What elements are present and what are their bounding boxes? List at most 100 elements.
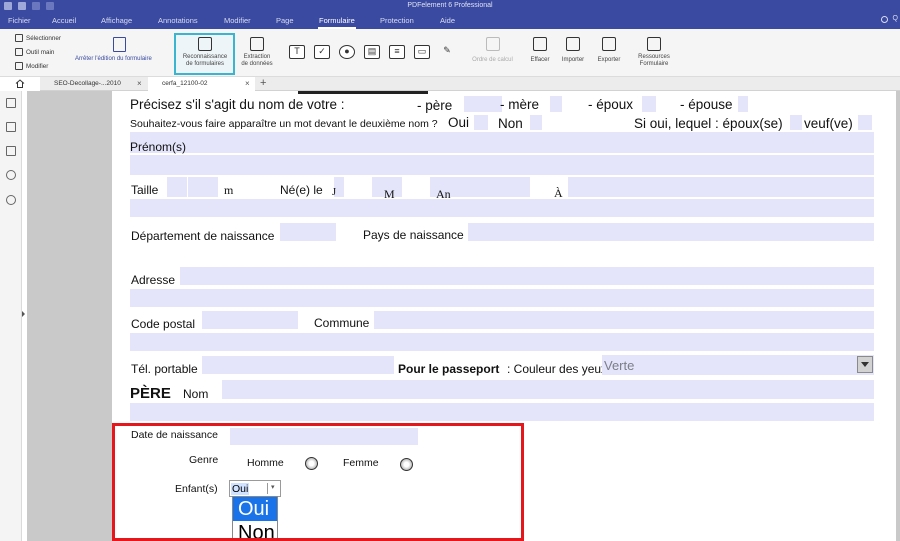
list-box-tool[interactable]: ≡ — [389, 45, 405, 59]
tab-seo-decollage[interactable]: SEO-Decollage-...2010 × — [40, 77, 148, 91]
code-postal-label: Code postal — [131, 317, 196, 331]
cut-heading-fragment — [298, 91, 428, 94]
export-label: Exporter — [597, 57, 621, 63]
form-recognition-button[interactable]: Reconnaissance de formulaires — [180, 37, 230, 68]
couleur-yeux-dropdown[interactable] — [602, 355, 874, 375]
departement-label: Département de naissance — [131, 229, 275, 243]
menu-formulaire[interactable]: Formulaire — [319, 16, 355, 25]
hand-icon — [15, 48, 23, 56]
export-icon — [602, 37, 616, 51]
button-tool[interactable]: ▭ — [414, 45, 430, 59]
import-icon — [566, 37, 580, 51]
option-epoux: - époux — [588, 97, 634, 112]
menu-page[interactable]: Page — [276, 16, 294, 25]
tel-field[interactable] — [202, 356, 394, 374]
pays-label: Pays de naissance — [363, 228, 464, 242]
lieu-field[interactable] — [568, 177, 874, 197]
blank-field-row[interactable] — [130, 199, 874, 217]
app-title: PDFelement 6 Professional — [407, 2, 493, 9]
code-postal-field[interactable] — [202, 311, 298, 329]
thumbnails-icon[interactable] — [6, 98, 16, 108]
nom-label: Nom — [183, 387, 209, 401]
mere-checkbox-field[interactable] — [550, 96, 562, 112]
pere-checkbox-field[interactable] — [464, 96, 502, 112]
epoux-checkbox-field[interactable] — [642, 96, 656, 112]
menu-aide[interactable]: Aide — [440, 16, 455, 25]
form-recognition-label-2: de formulaires — [185, 61, 224, 67]
stop-edit-form-button[interactable]: Arrêter l'édition du formulaire — [75, 56, 152, 62]
calculation-order-button[interactable]: Ordre de calcul — [465, 37, 520, 64]
search-icon[interactable] — [6, 195, 16, 205]
tab-label-seo: SEO-Decollage-...2010 — [54, 80, 121, 87]
taille-field-1[interactable] — [167, 177, 187, 197]
question-mot: Souhaitez-vous faire apparaître un mot d… — [130, 118, 438, 130]
comment-icon[interactable] — [6, 146, 16, 156]
adresse-field-2[interactable] — [130, 289, 874, 307]
menu-accueil[interactable]: Accueil — [52, 16, 76, 25]
commune-field[interactable] — [374, 311, 874, 329]
prenoms-field[interactable] — [130, 132, 874, 153]
select-label: Sélectionner — [26, 34, 62, 42]
text-field-tool[interactable]: T — [289, 45, 305, 59]
couleur-label: : Couleur des yeux — [507, 362, 608, 376]
form-resources-button[interactable]: Ressources Formulaire — [634, 37, 674, 68]
clear-button[interactable]: Effacer — [527, 37, 553, 64]
data-extraction-label-1: Extraction — [243, 54, 271, 60]
nom-pere-field[interactable] — [222, 380, 874, 399]
radio-button-tool[interactable]: ● — [339, 45, 355, 59]
hand-label: Outil main — [26, 48, 55, 56]
export-button[interactable]: Exporter — [593, 37, 625, 64]
adresse-field[interactable] — [180, 267, 874, 285]
couleur-yeux-value: Verte — [604, 358, 635, 373]
unit-m: m — [224, 183, 234, 197]
epoux-se-checkbox-field[interactable] — [790, 115, 802, 130]
attachment-icon[interactable] — [6, 170, 16, 180]
prenoms-field-2[interactable] — [130, 155, 874, 175]
expand-sidebar-icon[interactable] — [22, 311, 25, 317]
home-tab[interactable] — [0, 77, 40, 91]
checkbox-tool[interactable]: ✓ — [314, 45, 330, 59]
oui-checkbox-field[interactable] — [474, 115, 488, 130]
form-edit-icon[interactable] — [113, 37, 126, 52]
pays-field[interactable] — [468, 223, 874, 241]
option-non: Non — [498, 116, 523, 131]
menu-protection[interactable]: Protection — [380, 16, 414, 25]
tab-cerfa[interactable]: cerfa_12100-02 × — [148, 77, 255, 91]
modify-tool[interactable]: Modifier — [15, 62, 48, 70]
signature-tool[interactable]: ✎ — [439, 45, 455, 59]
option-pere: - père — [417, 98, 453, 113]
departement-field[interactable] — [280, 223, 336, 241]
select-tool[interactable]: Sélectionner — [15, 34, 61, 42]
taille-field-2[interactable] — [188, 177, 218, 197]
ne-le-label: Né(e) le — [280, 183, 323, 197]
menu-fichier[interactable]: Fichier — [8, 16, 31, 25]
highlight-annotation-box — [112, 423, 524, 541]
edit-icon — [15, 62, 23, 70]
eraser-icon — [533, 37, 547, 51]
close-tab-icon[interactable]: × — [137, 79, 142, 88]
calculation-order-icon — [485, 37, 500, 51]
menu-affichage[interactable]: Affichage — [101, 16, 132, 25]
menu-modifier[interactable]: Modifier — [224, 16, 251, 25]
bookmark-icon[interactable] — [6, 122, 16, 132]
hand-tool[interactable]: Outil main — [15, 48, 54, 56]
veuf-checkbox-field[interactable] — [858, 115, 872, 130]
menu-bar: Fichier Accueil Affichage Annotations Mo… — [0, 13, 900, 29]
prenoms-label: Prénom(s) — [130, 140, 187, 154]
import-button[interactable]: Importer — [557, 37, 589, 64]
combo-box-tool[interactable]: ▤ — [364, 45, 380, 59]
blank-field-row-2[interactable] — [130, 333, 874, 351]
nom-pere-field-2[interactable] — [130, 403, 874, 421]
data-extraction-button[interactable]: Extraction de données — [237, 37, 277, 68]
import-label: Importer — [561, 57, 585, 63]
clear-label: Effacer — [530, 57, 550, 63]
epouse-checkbox-field[interactable] — [738, 96, 748, 112]
option-epouse: - épouse — [680, 97, 733, 112]
dropdown-arrow-icon[interactable] — [857, 356, 873, 373]
add-tab-icon[interactable]: + — [260, 77, 266, 89]
close-tab-icon[interactable]: × — [245, 79, 250, 88]
non-checkbox-field[interactable] — [530, 115, 542, 130]
help-label: Q — [892, 15, 898, 22]
menu-annotations[interactable]: Annotations — [158, 16, 198, 25]
search-help-icon[interactable] — [881, 16, 888, 23]
